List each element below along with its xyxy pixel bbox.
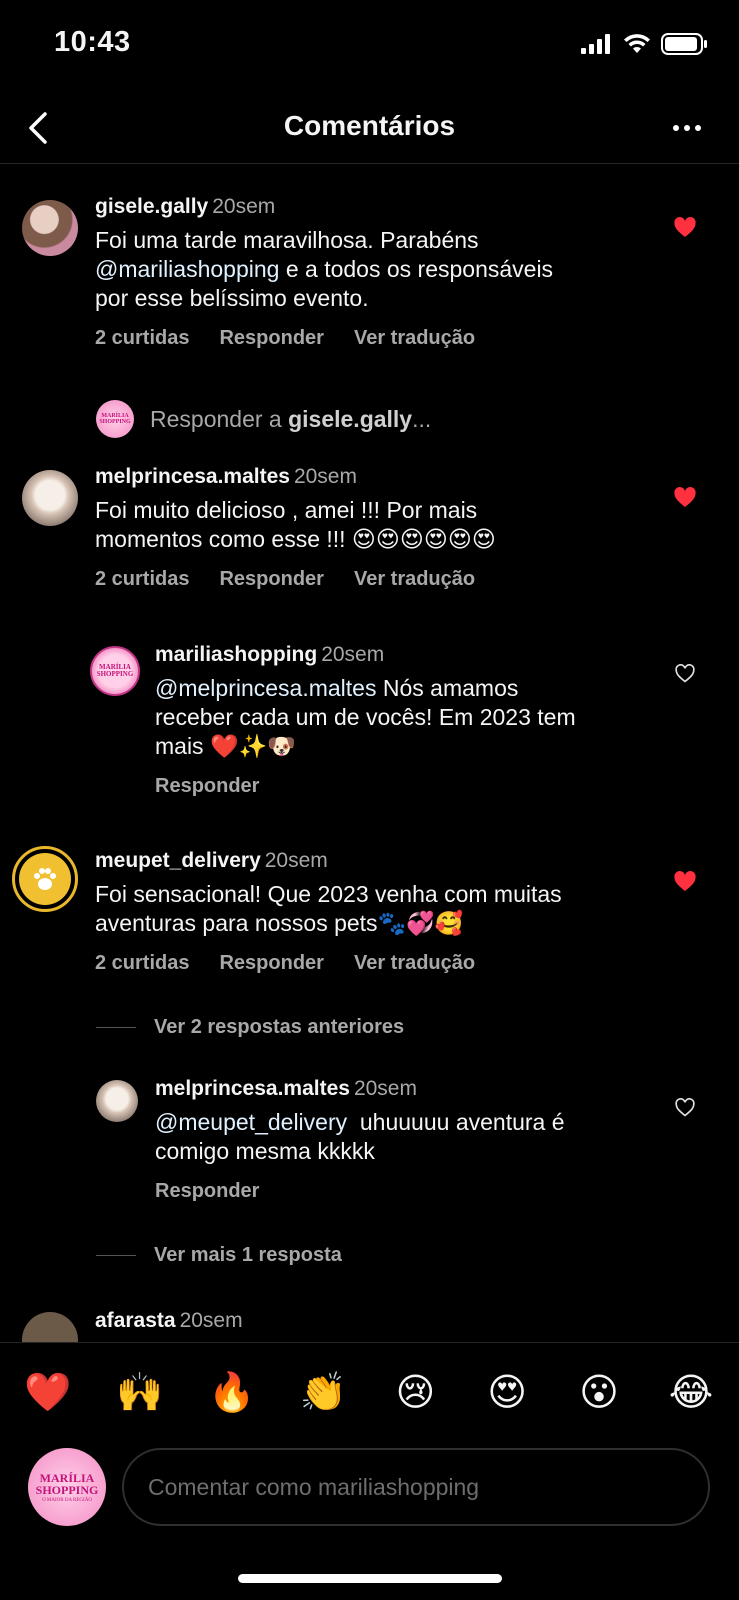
- emoji-clap-button[interactable]: 👏: [300, 1371, 348, 1415]
- likes-count[interactable]: 2 curtidas: [95, 952, 189, 975]
- likes-count[interactable]: 2 curtidas: [95, 327, 189, 350]
- battery-icon: [661, 33, 707, 55]
- comment-body: gisele.gally 20sem Foi uma tarde maravilh…: [95, 194, 553, 350]
- clock: 10:43: [54, 26, 131, 58]
- comment-body: mariliashopping 20sem @melprincesa.maltes…: [155, 642, 576, 798]
- more-icon: [673, 125, 701, 131]
- avatar[interactable]: [22, 1312, 78, 1342]
- comment-body: meupet_delivery 20sem Foi sensacional! Qu…: [95, 848, 562, 975]
- translate-button[interactable]: Ver tradução: [354, 327, 475, 350]
- translate-button[interactable]: Ver tradução: [354, 952, 475, 975]
- comment-username[interactable]: mariliashopping: [155, 643, 317, 666]
- comment-body: melprincesa.maltes 20sem Foi muito delici…: [95, 464, 496, 591]
- reply-prompt[interactable]: MARÍLIA SHOPPING Responder a gisele.gall…: [96, 400, 431, 438]
- translate-button[interactable]: Ver tradução: [354, 568, 475, 591]
- view-more-replies-button[interactable]: Ver mais 1 resposta: [96, 1244, 342, 1267]
- divider: [96, 1255, 136, 1256]
- comment-time: 20sem: [321, 643, 385, 666]
- mention-link[interactable]: @meupet_delivery: [155, 1109, 347, 1135]
- comment-username[interactable]: afarasta: [95, 1309, 176, 1332]
- emoji-cry-button[interactable]: 😢: [391, 1370, 439, 1415]
- page-title: Comentários: [283, 110, 456, 141]
- signal-icon: [581, 34, 610, 54]
- avatar[interactable]: [22, 200, 78, 256]
- comment-username[interactable]: gisele.gally: [95, 195, 208, 218]
- comment-body: afarasta 20sem: [95, 1308, 243, 1334]
- emoji-raised-hands-button[interactable]: 🙌: [116, 1371, 164, 1415]
- reply-button[interactable]: Responder: [219, 327, 323, 350]
- avatar: MARÍLIA SHOPPING O MAIOR DA REGIÃO: [28, 1448, 106, 1526]
- mention-link[interactable]: @melprincesa.maltes: [155, 675, 376, 701]
- emoji-surprised-button[interactable]: 😮: [575, 1370, 623, 1415]
- avatar[interactable]: [96, 1080, 138, 1122]
- comment-composer: MARÍLIA SHOPPING O MAIOR DA REGIÃO: [0, 1442, 739, 1552]
- comment-text: Foi sensacional! Que 2023 venha com muit…: [95, 881, 562, 936]
- likes-count[interactable]: 2 curtidas: [95, 568, 189, 591]
- more-options-button[interactable]: [665, 110, 709, 146]
- avatar[interactable]: [12, 846, 78, 912]
- emoji-laugh-button[interactable]: 😂: [667, 1370, 715, 1415]
- avatar: MARÍLIA SHOPPING: [96, 400, 134, 438]
- mention-link[interactable]: @mariliashopping: [95, 256, 279, 282]
- comment-username[interactable]: melprincesa.maltes: [95, 465, 290, 488]
- comment-body: melprincesa.maltes 20sem @meupet_delivery…: [155, 1076, 565, 1203]
- avatar[interactable]: [22, 470, 78, 526]
- comment-username[interactable]: melprincesa.maltes: [155, 1077, 350, 1100]
- comment-username[interactable]: meupet_delivery: [95, 849, 261, 872]
- emoji-reactions-bar: ❤️ 🙌 🔥 👏 😢 😍 😮 😂: [0, 1342, 739, 1442]
- reply-button[interactable]: Responder: [155, 1180, 259, 1203]
- header: Comentários: [0, 96, 739, 164]
- heart-filled-icon[interactable]: [673, 486, 697, 510]
- comment-text: Foi uma tarde maravilhosa. Parabéns @mar…: [95, 227, 554, 311]
- heart-outline-icon[interactable]: [675, 664, 695, 684]
- emoji-heart-button[interactable]: ❤️: [24, 1371, 72, 1415]
- comment-time: 20sem: [264, 849, 328, 872]
- avatar[interactable]: MARÍLIA SHOPPING: [90, 646, 140, 696]
- divider: [96, 1027, 136, 1028]
- reply-button[interactable]: Responder: [219, 568, 323, 591]
- comment-time: 20sem: [353, 1077, 417, 1100]
- comment-time: 20sem: [293, 465, 357, 488]
- view-previous-replies-button[interactable]: Ver 2 respostas anteriores: [96, 1016, 404, 1039]
- home-indicator[interactable]: [238, 1574, 502, 1583]
- comment-input[interactable]: [122, 1448, 710, 1526]
- comment-text: @meupet_delivery uhuuuuu aventura é comi…: [155, 1109, 565, 1164]
- emoji-heart-eyes-button[interactable]: 😍: [483, 1370, 531, 1415]
- heart-outline-icon[interactable]: [675, 1098, 695, 1118]
- reply-button[interactable]: Responder: [219, 952, 323, 975]
- comment-text: @melprincesa.maltes Nós amamos receber c…: [155, 675, 576, 759]
- paw-icon: [34, 868, 56, 890]
- status-icons: [581, 32, 709, 56]
- wifi-icon: [624, 34, 650, 53]
- comment-text: Foi muito delicioso , amei !!! Por mais …: [95, 497, 496, 552]
- status-bar: 10:43: [0, 0, 739, 90]
- heart-filled-icon[interactable]: [673, 870, 697, 894]
- heart-filled-icon[interactable]: [673, 216, 697, 240]
- comment-time: 20sem: [212, 195, 276, 218]
- comment-time: 20sem: [179, 1309, 243, 1332]
- reply-button[interactable]: Responder: [155, 775, 259, 798]
- comments-list[interactable]: gisele.gally 20sem Foi uma tarde maravilh…: [0, 164, 739, 1342]
- emoji-fire-button[interactable]: 🔥: [208, 1371, 256, 1415]
